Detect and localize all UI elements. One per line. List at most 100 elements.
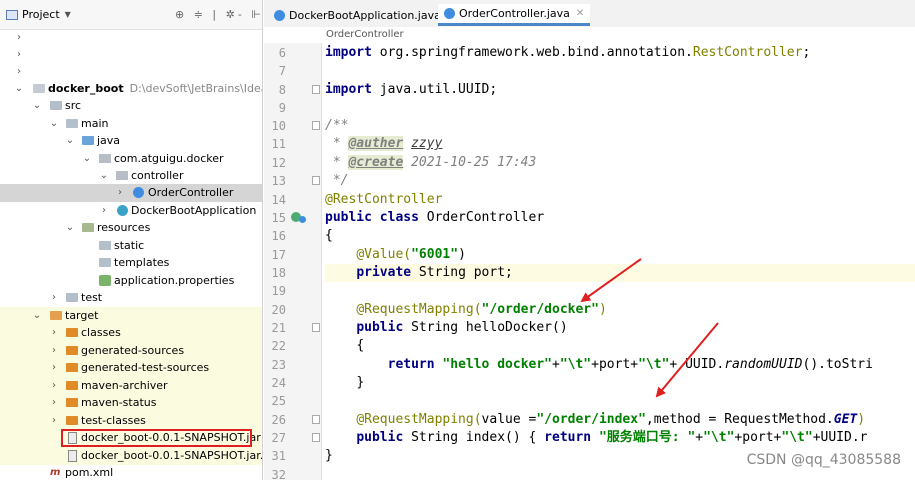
chevron-right-icon[interactable]: ›: [14, 46, 24, 63]
line-number: 14: [271, 193, 286, 207]
chevron-down-icon[interactable]: ⌄: [32, 97, 42, 114]
tree-item-target[interactable]: ⌄ target: [0, 307, 262, 325]
chevron-right-icon[interactable]: ›: [49, 394, 59, 411]
tree-row[interactable]: ›: [0, 63, 262, 81]
tab-dockerbootapplication[interactable]: DockerBootApplication.java ✕: [268, 4, 461, 26]
tree-item-label: OrderController: [148, 186, 234, 199]
code-line: /**: [325, 118, 349, 133]
chevron-right-icon[interactable]: ›: [49, 342, 59, 359]
chevron-right-icon[interactable]: ›: [115, 184, 125, 201]
code-line: return "hello docker"+"\t"+port+"\t"+ UU…: [387, 357, 873, 372]
chevron-right-icon[interactable]: ›: [49, 412, 59, 429]
source-folder-icon: [82, 136, 94, 145]
tree-item-label: application.properties: [114, 274, 235, 287]
chevron-down-icon[interactable]: ⌄: [49, 115, 59, 132]
chevron-right-icon[interactable]: ›: [49, 324, 59, 341]
line-number: 11: [271, 137, 286, 151]
tree-item-ordercontroller[interactable]: › OrderController: [0, 184, 262, 202]
tree-item-maven-archiver[interactable]: › maven-archiver: [0, 377, 262, 395]
chevron-down-icon[interactable]: ⌄: [65, 219, 75, 236]
tree-item-pom-xml[interactable]: m pom.xml: [0, 464, 262, 480]
chevron-down-icon[interactable]: ⌄: [99, 167, 109, 184]
tree-item-label: controller: [131, 169, 184, 182]
chevron-down-icon[interactable]: ⌄: [32, 307, 42, 324]
project-panel: Project ▼ ⊕ ≑ | ✲- ⊩ › › › ⌄ docker_boot…: [0, 0, 263, 480]
tree-item-generated-sources[interactable]: › generated-sources: [0, 342, 262, 360]
chevron-right-icon[interactable]: ›: [14, 63, 24, 80]
line-number: 31: [271, 449, 286, 463]
fold-marker-icon[interactable]: [312, 415, 320, 424]
project-icon: [6, 9, 18, 20]
editor-gutter: 6 7 8 9 10 11 12 13 14 15 16 17 18 19 20…: [264, 43, 322, 480]
project-panel-header: Project ▼ ⊕ ≑ | ✲- ⊩: [0, 0, 262, 30]
folder-icon: [50, 101, 62, 110]
code-line: @RestController: [325, 192, 443, 207]
folder-icon: [66, 381, 78, 390]
tree-item-resources[interactable]: ⌄ resources: [0, 219, 262, 237]
tree-item-dockerbootapplication[interactable]: › DockerBootApplication: [0, 202, 262, 220]
code-line: @RequestMapping(value ="/order/index",me…: [356, 412, 866, 427]
chevron-right-icon[interactable]: ›: [49, 377, 59, 394]
tree-item-snapshot-jar-original[interactable]: docker_boot-0.0.1-SNAPSHOT.jar.orig: [0, 447, 262, 465]
tree-item-label: generated-sources: [81, 344, 185, 357]
code-line: * @auther zzyy: [325, 136, 443, 151]
fold-marker-icon[interactable]: [312, 85, 320, 94]
tree-item-maven-status[interactable]: › maven-status: [0, 394, 262, 412]
editor-tab-bar: DockerBootApplication.java ✕ OrderContro…: [264, 0, 915, 30]
chevron-right-icon[interactable]: ›: [14, 29, 24, 46]
tree-row[interactable]: ›: [0, 29, 262, 47]
tree-item-label: docker_boot-0.0.1-SNAPSHOT.jar: [81, 431, 261, 444]
runnable-class-icon: [117, 205, 128, 216]
tree-item-static[interactable]: static: [0, 237, 262, 255]
line-number: 32: [271, 468, 286, 480]
fold-marker-icon[interactable]: [312, 323, 320, 332]
line-number: 19: [271, 284, 286, 298]
tab-ordercontroller[interactable]: OrderController.java ✕: [438, 4, 591, 26]
code-line: {: [325, 228, 333, 243]
module-folder-icon: [33, 84, 45, 93]
tree-item-label: src: [65, 99, 82, 112]
project-view-selector[interactable]: Project: [22, 8, 60, 21]
chevron-right-icon[interactable]: ›: [49, 289, 59, 306]
tree-item-templates[interactable]: templates: [0, 254, 262, 272]
tree-item-classes[interactable]: › classes: [0, 324, 262, 342]
chevron-down-icon[interactable]: ⌄: [14, 80, 24, 97]
folder-icon: [66, 119, 78, 128]
code-line: * @create 2021-10-25 17:43: [325, 155, 537, 170]
tree-item-main[interactable]: ⌄ main: [0, 115, 262, 133]
project-toolbar-icons[interactable]: ⊕ ≑ | ✲- ⊩: [175, 8, 262, 21]
chevron-down-icon[interactable]: ⌄: [82, 150, 92, 167]
tree-row[interactable]: ›: [0, 46, 262, 64]
chevron-right-icon[interactable]: ›: [99, 202, 109, 219]
tree-item-src[interactable]: ⌄ src: [0, 97, 262, 115]
breadcrumb[interactable]: OrderController: [264, 27, 915, 43]
folder-icon: [66, 346, 78, 355]
tree-item-label: test: [81, 291, 103, 304]
tree-item-docker-boot[interactable]: ⌄ docker_bootD:\devSoft\JetBrains\IdeaPr…: [0, 80, 262, 98]
tree-item-test-classes[interactable]: › test-classes: [0, 412, 262, 430]
class-icon: [444, 8, 455, 19]
code-editor[interactable]: import org.springframework.web.bind.anno…: [322, 43, 915, 480]
tree-item-label: classes: [81, 326, 121, 339]
fold-marker-icon[interactable]: [312, 176, 320, 185]
tree-item-java[interactable]: ⌄ java: [0, 132, 262, 150]
line-number: 10: [271, 119, 286, 133]
chevron-down-icon[interactable]: ▼: [65, 10, 71, 19]
spring-bean-icon[interactable]: [299, 216, 306, 223]
fold-marker-icon[interactable]: [312, 433, 320, 442]
code-line: }: [356, 375, 365, 390]
tree-item-label: templates: [114, 256, 170, 269]
chevron-down-icon[interactable]: ⌄: [65, 132, 75, 149]
class-icon: [133, 187, 144, 198]
tree-item-application-properties[interactable]: application.properties: [0, 272, 262, 290]
line-number: 13: [271, 174, 286, 188]
tree-item-test[interactable]: › test: [0, 289, 262, 307]
tree-item-snapshot-jar[interactable]: docker_boot-0.0.1-SNAPSHOT.jar: [0, 429, 262, 447]
tree-item-generated-test-sources[interactable]: › generated-test-sources: [0, 359, 262, 377]
close-icon[interactable]: ✕: [576, 8, 584, 19]
tree-item-controller[interactable]: ⌄ controller: [0, 167, 262, 185]
tree-item-label: DockerBootApplication: [131, 204, 257, 217]
chevron-right-icon[interactable]: ›: [49, 359, 59, 376]
tree-item-package[interactable]: ⌄ com.atguigu.docker: [0, 150, 262, 168]
fold-marker-icon[interactable]: [312, 121, 320, 130]
